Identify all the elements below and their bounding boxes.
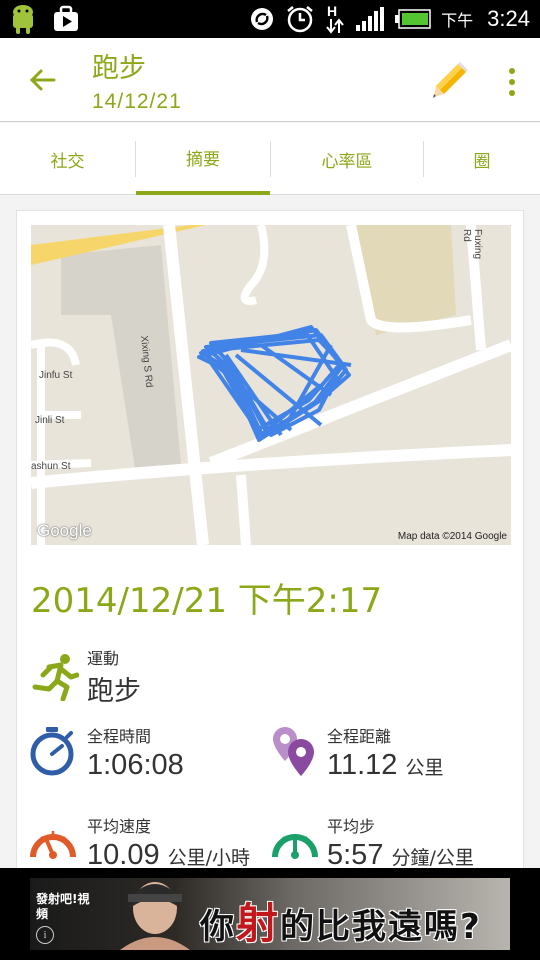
summary-card: Jinfu St Jinli St ashun St Xixing S Rd F…	[16, 210, 524, 890]
overflow-menu-dot	[509, 79, 515, 85]
tab-laps[interactable]: 圈	[424, 123, 540, 195]
pencil-icon	[433, 62, 468, 98]
ad-small-text: 發射吧!視頻	[36, 892, 90, 921]
play-store-icon	[54, 5, 78, 31]
back-button[interactable]	[22, 62, 62, 98]
notification-icons	[8, 3, 80, 35]
alarm-icon	[287, 6, 313, 33]
distance-value-row: 11.12 公里	[327, 749, 444, 782]
ad-info-icon[interactable]: i	[36, 926, 54, 944]
status-bar: H 下午 3:24	[0, 0, 540, 38]
pace-gauge-icon	[272, 834, 318, 859]
tab-social[interactable]: 社交	[0, 123, 135, 195]
ad-banner[interactable]: 發射吧!視頻 你射的比我遠嗎? i	[0, 868, 540, 960]
tab-bar: 社交 摘要 心率區 圈	[0, 123, 540, 195]
map-pins-icon	[273, 727, 314, 776]
street-label-jinfu: Jinfu St	[39, 370, 73, 381]
street-label-fuxing: Fuxing Rd	[461, 229, 483, 260]
tab-heart-rate-zones[interactable]: 心率區	[271, 123, 423, 195]
android-icon	[13, 5, 33, 34]
ad-model-figure	[120, 882, 190, 950]
clock-ampm: 下午	[441, 11, 474, 30]
stopwatch-icon	[30, 727, 74, 776]
avg-speed-label: 平均速度	[87, 817, 152, 836]
overflow-menu-dot	[509, 90, 515, 96]
map-canvas	[31, 225, 511, 545]
map-credit: Map data ©2014 Google	[397, 531, 507, 542]
page-title: 跑步	[92, 53, 146, 84]
sync-icon	[251, 8, 274, 30]
distance-value: 11.12	[327, 749, 398, 781]
speedometer-icon	[30, 831, 76, 859]
distance-unit: 公里	[405, 757, 444, 779]
sport-value: 跑步	[87, 676, 141, 707]
workout-datetime: 2014/12/21 下午2:17	[31, 581, 383, 621]
avg-pace-value: 5:57	[327, 839, 384, 871]
arrow-left-icon	[29, 69, 56, 91]
data-transfer-icon: H	[326, 3, 344, 34]
page-subtitle: 14/12/21	[92, 90, 182, 113]
avg-pace-label: 平均步	[327, 817, 376, 836]
tab-summary[interactable]: 摘要	[136, 123, 270, 195]
battery-icon	[395, 9, 431, 29]
overflow-menu-button[interactable]	[500, 64, 524, 100]
google-logo: Google	[37, 521, 92, 540]
distance-label: 全程距離	[327, 727, 392, 746]
running-person-icon	[32, 654, 79, 701]
app-bar: 跑步 14/12/21	[0, 38, 540, 122]
street-label-shun: ashun St	[31, 461, 71, 472]
ad-headline-c: 的比我遠嗎?	[280, 907, 482, 947]
duration-label: 全程時間	[87, 727, 152, 746]
svg-text:H: H	[327, 3, 337, 19]
ad-headline: 你射的比我遠嗎?	[200, 890, 482, 950]
clock-time: 3:24	[487, 6, 530, 31]
system-icons: H 下午 3:24	[249, 3, 530, 34]
route-map[interactable]: Jinfu St Jinli St ashun St Xixing S Rd F…	[31, 225, 511, 545]
avg-speed-unit: 公里/小時	[167, 847, 251, 869]
street-label-jinli: Jinli St	[35, 415, 65, 426]
overflow-menu-icon	[509, 68, 515, 74]
avg-speed-value: 10.09	[87, 839, 160, 871]
ad-headline-b: 射	[236, 899, 281, 948]
edit-button[interactable]	[428, 60, 472, 104]
sport-label: 運動	[87, 649, 120, 668]
duration-value: 1:06:08	[87, 749, 184, 781]
avg-pace-unit: 分鐘/公里	[391, 847, 474, 869]
ad-headline-a: 你	[200, 907, 236, 947]
signal-icon	[356, 7, 385, 31]
ad-image[interactable]: 發射吧!視頻 你射的比我遠嗎? i	[30, 878, 510, 950]
